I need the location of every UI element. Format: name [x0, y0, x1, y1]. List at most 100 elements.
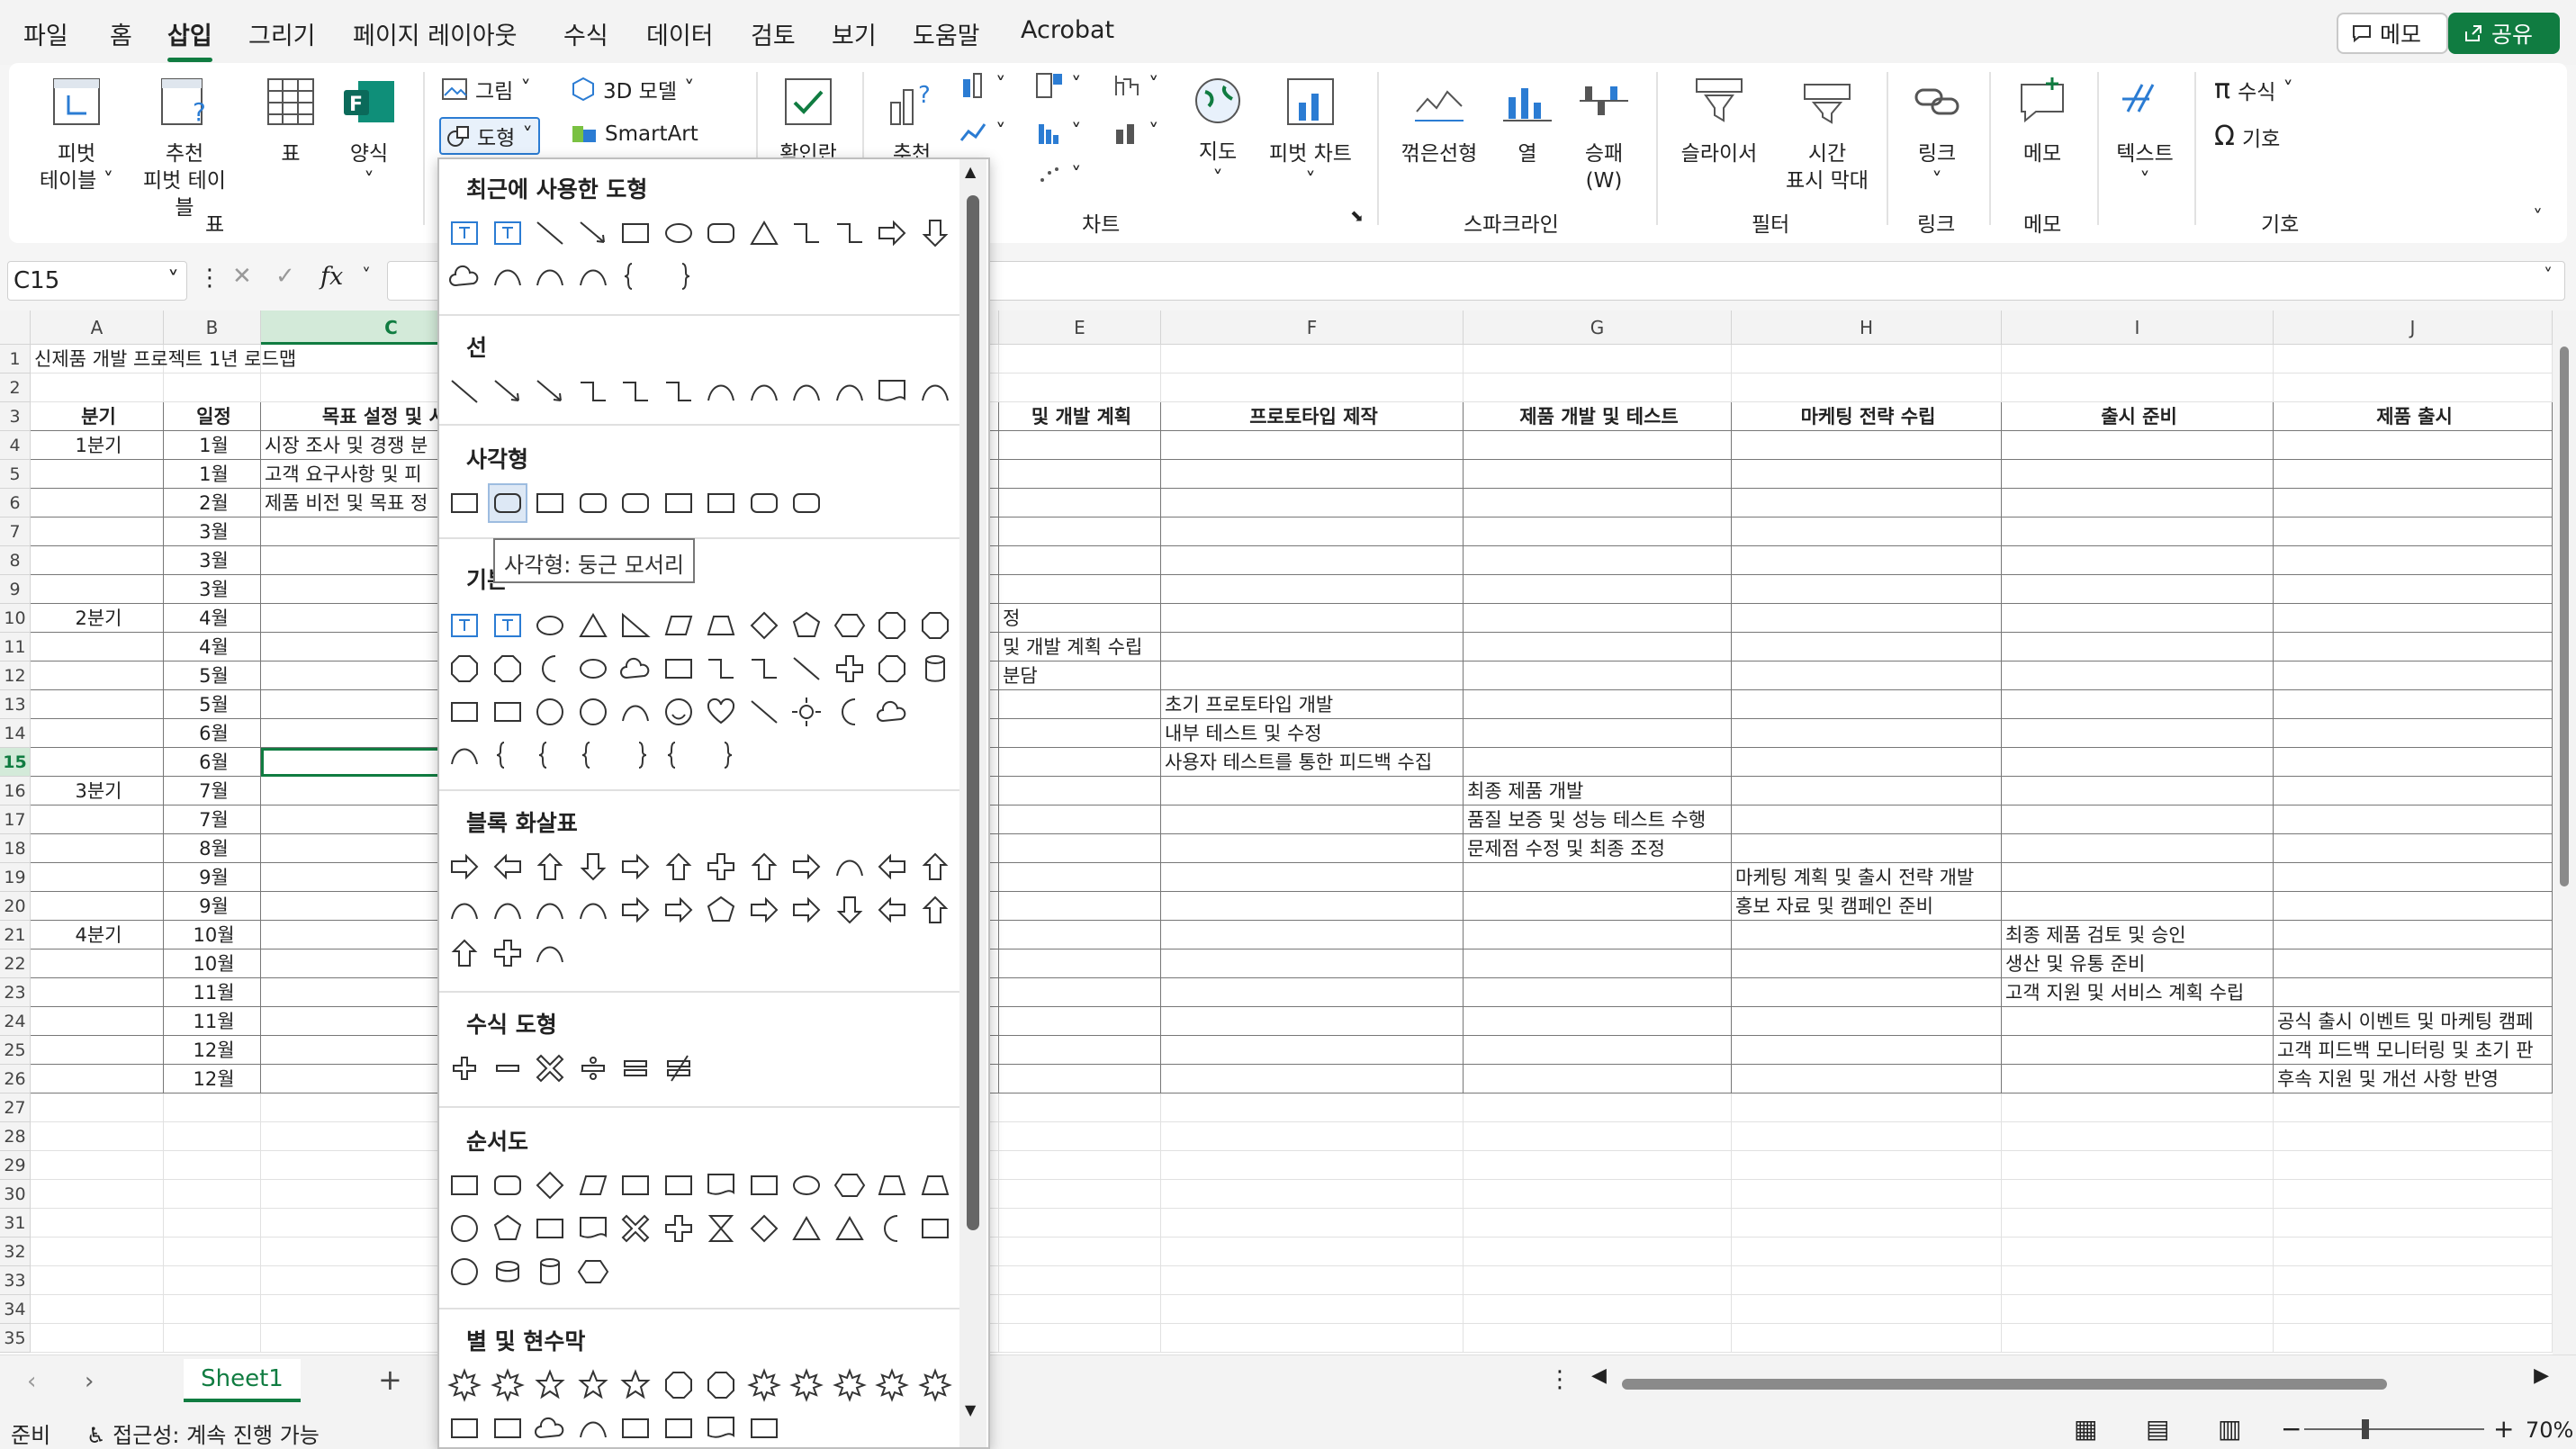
cell[interactable]: [1161, 1295, 1464, 1324]
cell[interactable]: [1732, 806, 2002, 834]
cell[interactable]: 10월: [164, 921, 261, 950]
scroll-up-icon[interactable]: ▲: [965, 163, 976, 180]
cell[interactable]: 최종 제품 검토 및 승인: [2002, 921, 2274, 950]
cell[interactable]: [2002, 1094, 2274, 1122]
cell[interactable]: [2002, 518, 2274, 546]
cell[interactable]: [1732, 950, 2002, 978]
column-header[interactable]: F: [1161, 310, 1464, 345]
cell[interactable]: [1464, 1065, 1732, 1094]
cell[interactable]: [999, 1122, 1161, 1151]
shape-star[interactable]: [532, 1367, 568, 1403]
cell[interactable]: 3월: [164, 546, 261, 575]
shape-rect[interactable]: [703, 485, 739, 521]
cell[interactable]: [1161, 1065, 1464, 1094]
cell[interactable]: [1732, 1266, 2002, 1295]
cell[interactable]: [2002, 863, 2274, 892]
cell[interactable]: [1732, 1295, 2002, 1324]
cell[interactable]: 8월: [164, 834, 261, 863]
cell[interactable]: [1464, 978, 1732, 1007]
cell[interactable]: [1161, 431, 1464, 460]
shape-star8[interactable]: [746, 1367, 782, 1403]
cell[interactable]: [31, 1065, 164, 1094]
cell[interactable]: 6월: [164, 748, 261, 777]
shape-elbow[interactable]: [746, 651, 782, 687]
shape-equal[interactable]: [617, 1050, 653, 1086]
comments-button[interactable]: 메모: [2337, 13, 2448, 54]
cell[interactable]: [31, 1295, 164, 1324]
shape-cloud[interactable]: [617, 651, 653, 687]
shape-oct[interactable]: [874, 608, 910, 644]
slicer-button[interactable]: 슬라이서: [1665, 76, 1773, 167]
cell[interactable]: [1161, 374, 1464, 402]
cell[interactable]: [31, 460, 164, 489]
row-header[interactable]: 3: [0, 402, 31, 431]
shape-rect[interactable]: [446, 1167, 482, 1203]
cell[interactable]: [2274, 690, 2553, 719]
cell[interactable]: 1월: [164, 460, 261, 489]
cell[interactable]: 3분기: [31, 777, 164, 806]
shape-rect[interactable]: [532, 1210, 568, 1246]
shape-brace[interactable]: [617, 258, 653, 294]
cell[interactable]: 홍보 자료 및 캠페인 준비: [1732, 892, 2002, 921]
cell[interactable]: [999, 1036, 1161, 1065]
cell[interactable]: [999, 777, 1161, 806]
shape-cross[interactable]: [832, 651, 868, 687]
shape-rarrow[interactable]: [446, 849, 482, 885]
row-header[interactable]: 31: [0, 1209, 31, 1238]
cell[interactable]: [999, 518, 1161, 546]
cell[interactable]: [1464, 1295, 1732, 1324]
shape-diamond[interactable]: [746, 608, 782, 644]
cell[interactable]: [1464, 1122, 1732, 1151]
cell[interactable]: [1464, 345, 1732, 374]
shape-rect[interactable]: [446, 694, 482, 730]
shape-cross[interactable]: [703, 849, 739, 885]
cell[interactable]: [31, 489, 164, 518]
normal-view-icon[interactable]: ▦: [2074, 1414, 2097, 1444]
cell[interactable]: 7월: [164, 777, 261, 806]
cell[interactable]: [1161, 1094, 1464, 1122]
cell[interactable]: [1161, 892, 1464, 921]
row-header[interactable]: 6: [0, 489, 31, 518]
cell[interactable]: [2002, 633, 2274, 662]
cell[interactable]: [999, 546, 1161, 575]
cell[interactable]: [1464, 518, 1732, 546]
cell[interactable]: [1464, 575, 1732, 604]
pivot-chart-button[interactable]: 피벗 차트 ˅: [1256, 76, 1365, 194]
cell[interactable]: [1464, 431, 1732, 460]
shape-star8[interactable]: [446, 1367, 482, 1403]
shape-cloud[interactable]: [532, 1410, 568, 1446]
cell[interactable]: [164, 1324, 261, 1353]
cell[interactable]: [999, 1324, 1161, 1353]
cell[interactable]: [999, 950, 1161, 978]
row-header[interactable]: 18: [0, 834, 31, 863]
shape-ellipse[interactable]: [788, 1167, 824, 1203]
cell[interactable]: [2274, 604, 2553, 633]
shape-moon[interactable]: [532, 651, 568, 687]
cell[interactable]: [999, 863, 1161, 892]
cell[interactable]: [2002, 460, 2274, 489]
cell[interactable]: [1464, 1180, 1732, 1209]
row-header[interactable]: 27: [0, 1094, 31, 1122]
cell[interactable]: [1161, 1122, 1464, 1151]
cell[interactable]: [1732, 431, 2002, 460]
row-header[interactable]: 2: [0, 374, 31, 402]
cell[interactable]: [2274, 806, 2553, 834]
cell[interactable]: [1464, 921, 1732, 950]
shape-curve[interactable]: [832, 374, 868, 410]
cell[interactable]: 사용자 테스트를 통한 피드백 수집: [1161, 748, 1464, 777]
shape-para[interactable]: [575, 1167, 611, 1203]
shape-hex[interactable]: [832, 1167, 868, 1203]
shape-curve[interactable]: [575, 258, 611, 294]
cell[interactable]: [1161, 921, 1464, 950]
cell[interactable]: [1161, 518, 1464, 546]
cell[interactable]: [1464, 1151, 1732, 1180]
shape-brace[interactable]: [661, 737, 697, 773]
row-header[interactable]: 28: [0, 1122, 31, 1151]
shape-mult[interactable]: [617, 1210, 653, 1246]
cell[interactable]: [31, 806, 164, 834]
cell[interactable]: 12월: [164, 1065, 261, 1094]
cell[interactable]: 9월: [164, 863, 261, 892]
cell[interactable]: [999, 834, 1161, 863]
shape-elbow[interactable]: [788, 215, 824, 251]
cell[interactable]: [31, 834, 164, 863]
